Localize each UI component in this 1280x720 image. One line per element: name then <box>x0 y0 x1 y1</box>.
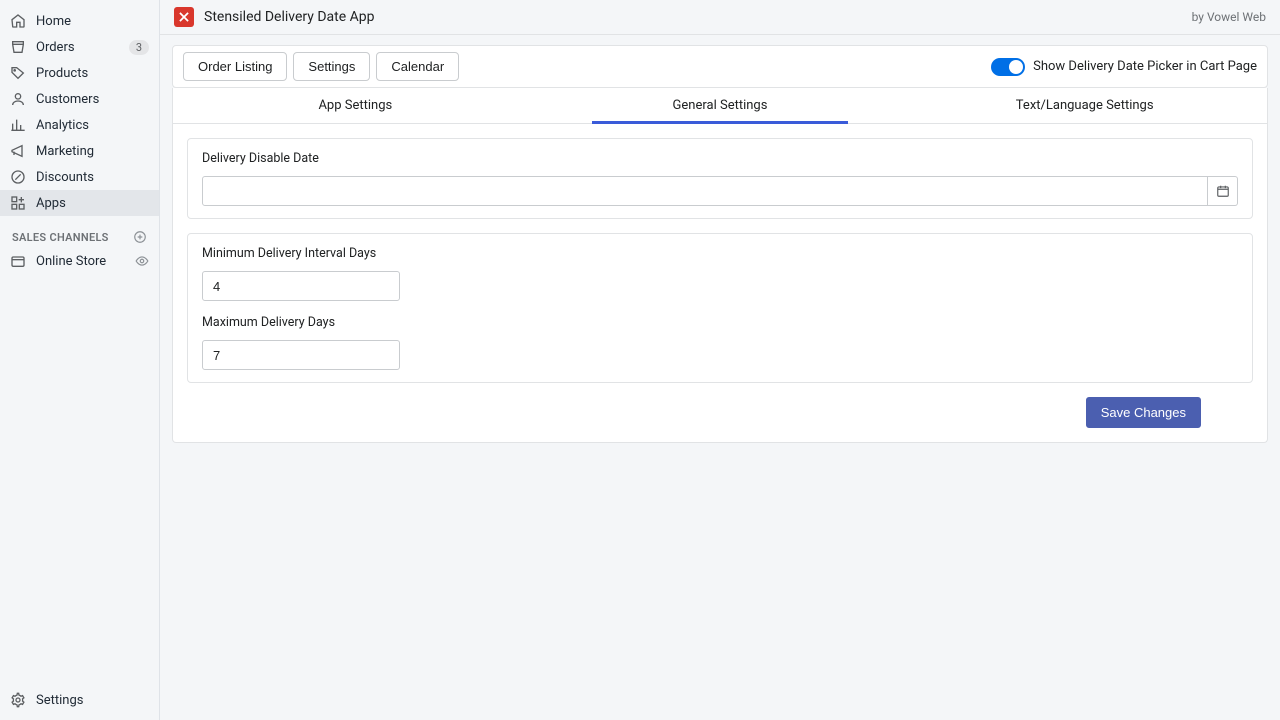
main: Stensiled Delivery Date App by Vowel Web… <box>160 0 1280 720</box>
tag-icon <box>10 65 26 81</box>
tab-general-settings[interactable]: General Settings <box>538 88 903 123</box>
view-store-icon[interactable] <box>135 254 149 268</box>
add-channel-icon[interactable] <box>133 230 147 244</box>
tab-text-language-settings[interactable]: Text/Language Settings <box>902 88 1267 123</box>
show-picker-toggle-wrap: Show Delivery Date Picker in Cart Page <box>991 58 1257 76</box>
settings-label: Settings <box>36 693 83 708</box>
sidebar: Home Orders 3 Products Customers Analy <box>0 0 160 720</box>
calendar-button[interactable]: Calendar <box>376 52 459 81</box>
orders-icon <box>10 39 26 55</box>
max-days-label: Maximum Delivery Days <box>202 315 1238 330</box>
nav-label: Online Store <box>36 254 125 269</box>
app-title: Stensiled Delivery Date App <box>204 9 375 25</box>
nav-orders[interactable]: Orders 3 <box>0 34 159 60</box>
interval-card: Minimum Delivery Interval Days Maximum D… <box>187 233 1253 383</box>
min-days-label: Minimum Delivery Interval Days <box>202 246 1238 261</box>
calendar-picker-button[interactable] <box>1208 176 1238 206</box>
nav-label: Marketing <box>36 144 149 159</box>
nav-customers[interactable]: Customers <box>0 86 159 112</box>
nav-label: Orders <box>36 40 119 55</box>
nav-marketing[interactable]: Marketing <box>0 138 159 164</box>
disable-date-input[interactable] <box>202 176 1208 206</box>
disable-date-label: Delivery Disable Date <box>202 151 1238 166</box>
megaphone-icon <box>10 143 26 159</box>
nav-products[interactable]: Products <box>0 60 159 86</box>
tab-app-settings[interactable]: App Settings <box>173 88 538 123</box>
store-icon <box>10 253 26 269</box>
nav-label: Apps <box>36 196 149 211</box>
app-logo-icon <box>174 7 194 27</box>
nav-analytics[interactable]: Analytics <box>0 112 159 138</box>
settings-button[interactable]: Settings <box>293 52 370 81</box>
user-icon <box>10 91 26 107</box>
apps-icon <box>10 195 26 211</box>
nav-discounts[interactable]: Discounts <box>0 164 159 190</box>
orders-badge: 3 <box>129 40 149 55</box>
discount-icon <box>10 169 26 185</box>
calendar-icon <box>1216 184 1230 198</box>
show-picker-toggle[interactable] <box>991 58 1025 76</box>
order-listing-button[interactable]: Order Listing <box>183 52 287 81</box>
nav-online-store[interactable]: Online Store <box>0 248 159 274</box>
nav-apps[interactable]: Apps <box>0 190 159 216</box>
byline: by Vowel Web <box>1192 10 1266 24</box>
min-days-input[interactable] <box>202 271 400 301</box>
nav-label: Customers <box>36 92 149 107</box>
nav-label: Discounts <box>36 170 149 185</box>
nav-label: Products <box>36 66 149 81</box>
nav-settings[interactable]: Settings <box>0 684 159 720</box>
tabs: App Settings General Settings Text/Langu… <box>173 88 1267 124</box>
section-label: SALES CHANNELS <box>12 231 109 244</box>
toggle-label: Show Delivery Date Picker in Cart Page <box>1033 59 1257 74</box>
max-days-input[interactable] <box>202 340 400 370</box>
topbar: Stensiled Delivery Date App by Vowel Web <box>160 0 1280 35</box>
gear-icon <box>10 692 26 708</box>
toolbar: Order Listing Settings Calendar Show Del… <box>172 45 1268 88</box>
home-icon <box>10 13 26 29</box>
analytics-icon <box>10 117 26 133</box>
nav-label: Home <box>36 14 149 29</box>
save-changes-button[interactable]: Save Changes <box>1086 397 1201 428</box>
sales-channels-header: SALES CHANNELS <box>0 216 159 248</box>
disable-date-card: Delivery Disable Date <box>187 138 1253 219</box>
nav-home[interactable]: Home <box>0 8 159 34</box>
nav-label: Analytics <box>36 118 149 133</box>
